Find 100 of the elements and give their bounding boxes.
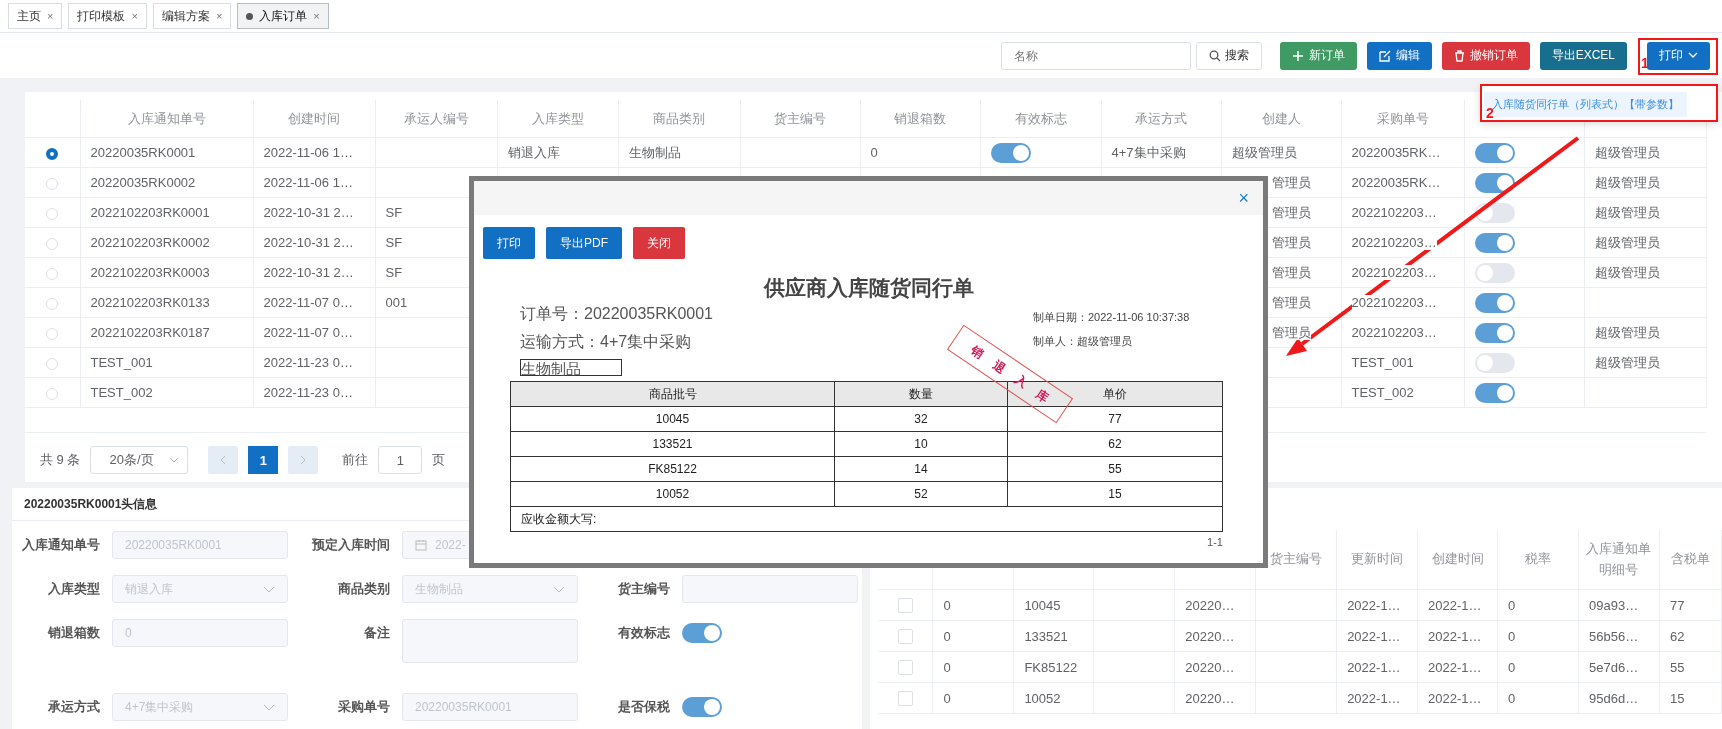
table-cell: 14 [914, 462, 928, 476]
table-cell: 5e7d6… [1589, 659, 1639, 675]
toolbar-button[interactable]: 导出EXCEL [1539, 41, 1627, 70]
tab-label: 主页 [17, 7, 41, 25]
page-unit: 页 [432, 451, 446, 469]
close-icon[interactable]: × [1238, 187, 1249, 209]
table-cell: 0 [943, 690, 951, 706]
column-header: 税率 [1525, 551, 1552, 567]
table-cell: 10045 [1024, 597, 1061, 613]
textarea-field[interactable] [402, 619, 578, 663]
toolbar-button[interactable]: 撤销订单 [1441, 41, 1530, 70]
close-icon[interactable]: × [313, 10, 320, 22]
page-number[interactable]: 1 [248, 446, 279, 474]
next-page-button[interactable] [288, 446, 319, 474]
table-cell: 2022102203RK0001 [90, 205, 210, 220]
table-cell: 生物制品 [628, 144, 681, 160]
close-icon[interactable]: × [215, 10, 223, 22]
table-cell: 10052 [655, 487, 690, 501]
checkbox[interactable] [897, 691, 913, 707]
field-label: 货主编号 [617, 580, 671, 598]
checkbox[interactable] [897, 598, 913, 614]
search-field[interactable]: 名称 [1000, 41, 1191, 70]
table-cell: SF [385, 265, 403, 280]
toolbar-button[interactable]: 编辑 [1366, 41, 1432, 70]
checkbox[interactable] [897, 629, 913, 645]
dialog-button[interactable]: 打印 [483, 227, 535, 259]
field-label: 入库通知单号 [21, 536, 101, 554]
tab[interactable]: 打印模板 × [68, 3, 147, 29]
previous-page-button[interactable] [208, 446, 239, 474]
annotation-number: 2 [1486, 106, 1494, 120]
checkbox[interactable] [897, 660, 913, 676]
table-cell: 销退入库 [507, 144, 560, 160]
toggle-switch[interactable] [682, 623, 722, 643]
column-header: 承运方式 [1135, 110, 1187, 126]
tab[interactable]: 入库订单 × [237, 3, 329, 29]
table-cell: 10052 [1024, 690, 1061, 706]
table-cell: 超级管理员 [1231, 144, 1297, 160]
column-header: 入库通知单号 [127, 110, 206, 126]
dialog-button[interactable]: 导出PDF [546, 227, 622, 259]
table-cell: 2022-1… [1428, 659, 1482, 675]
table-cell: 32 [914, 412, 928, 426]
chevron-right-icon [299, 455, 308, 465]
toggle-switch[interactable] [1474, 142, 1515, 163]
table-cell: 超级管理员 [1594, 264, 1660, 280]
toggle-switch[interactable] [1474, 172, 1515, 193]
column-header: 采购单号 [1376, 110, 1429, 126]
table-cell: 20220… [1185, 659, 1235, 675]
table-cell: FK85122 [1024, 659, 1078, 675]
table-cell: 2022-11-07 0… [263, 325, 353, 340]
toggle-switch[interactable] [1474, 382, 1515, 403]
table-cell: SF [385, 205, 403, 220]
toggle-switch[interactable] [1474, 322, 1515, 343]
table-cell: 管理员 [1271, 204, 1311, 220]
table-cell: 20220… [1185, 690, 1235, 706]
field-label: 有效标志 [617, 624, 671, 642]
column-header: 入库类型 [531, 110, 584, 126]
toolbar-button[interactable]: 新订单 [1279, 41, 1357, 70]
table-cell: 2022-10-31 2… [263, 235, 354, 250]
toggle-switch[interactable] [1474, 352, 1515, 373]
radio-button[interactable] [46, 147, 59, 160]
table-cell: 2022-1… [1347, 659, 1401, 675]
page-input[interactable]: 1 [378, 446, 423, 474]
table-cell: 超级管理员 [1594, 144, 1660, 160]
tab[interactable]: 编辑方案 × [152, 3, 232, 29]
search-button[interactable]: 搜索 [1195, 41, 1262, 70]
category-text: 生物制品 [520, 359, 622, 376]
toggle-switch[interactable] [1474, 262, 1515, 283]
table-cell: 133521 [652, 437, 693, 451]
toggle-switch[interactable] [1474, 232, 1515, 253]
column-header: 含税单 [1671, 551, 1710, 567]
tab-label: 入库订单 [259, 7, 308, 25]
table-cell: 2022102203… [1351, 295, 1437, 310]
table-cell: 20220035RK0002 [90, 175, 196, 190]
page-size-select[interactable]: 20条/页 [90, 446, 189, 474]
table-cell: 2022102203… [1351, 205, 1437, 220]
toggle-switch[interactable] [682, 697, 722, 717]
field-label: 预定入库时间 [311, 536, 391, 554]
table-cell: 55 [1669, 659, 1685, 675]
table-cell: 2022-1… [1428, 690, 1482, 706]
table-cell: 0 [1508, 659, 1516, 675]
column-header: 更新时间 [1351, 551, 1404, 567]
tab[interactable]: 主页 × [8, 3, 63, 29]
chevron-left-icon [219, 455, 228, 465]
column-header: 单价 [1103, 386, 1127, 401]
table-cell: 2022-11-06 1… [263, 145, 353, 160]
column-header: 数量 [909, 386, 933, 401]
toggle-switch[interactable] [990, 142, 1031, 163]
table-cell: 2022-11-07 0… [263, 295, 353, 310]
column-header: 商品批号 [648, 386, 697, 401]
dialog-button[interactable]: 关闭 [633, 227, 685, 259]
table-cell: 管理员 [1271, 324, 1311, 340]
table-cell: 20220035RK… [1351, 175, 1441, 190]
document-date: 制单日期：2022-11-06 10:37:38 [1033, 310, 1190, 325]
close-icon[interactable]: × [47, 10, 54, 22]
column-header: 创建时间 [1431, 551, 1484, 567]
close-icon[interactable]: × [131, 10, 138, 22]
table-cell: 管理员 [1271, 294, 1311, 310]
toggle-switch[interactable] [1474, 292, 1515, 313]
input-field[interactable] [682, 575, 858, 603]
table-cell: 20220… [1185, 597, 1235, 613]
